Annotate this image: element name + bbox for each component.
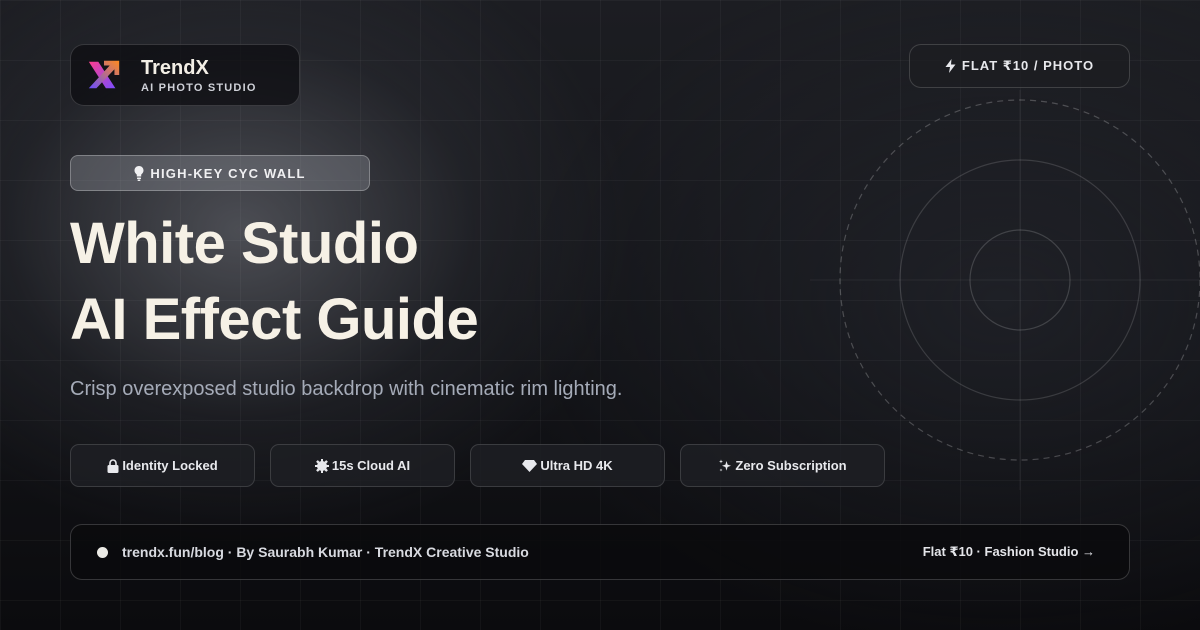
feature-chip-label: 15s Cloud AI: [331, 458, 411, 473]
feature-chip-label: Identity Locked: [122, 458, 218, 473]
light-bulb-icon: [134, 165, 144, 181]
feature-chip-ultra-hd: Ultra HD 4K: [470, 444, 665, 487]
brand-badge: TrendX AI PHOTO STUDIO: [70, 44, 300, 106]
brand-name: TrendX: [141, 56, 209, 79]
x-arrow-logo-icon: [88, 60, 120, 89]
price-pill-label: FLAT ₹10 / PHOTO: [961, 58, 1095, 73]
feature-chip-label: Ultra HD 4K: [540, 458, 613, 473]
page-title: White Studio AI Effect Guide: [70, 206, 479, 358]
diamond-icon: [522, 459, 538, 472]
category-tag: HIGH-KEY CYC WALL: [70, 155, 370, 191]
status-dot: [97, 546, 108, 558]
gear-icon: [314, 458, 329, 473]
lightning-icon: [945, 59, 956, 73]
feature-chip-zero-subscription: Zero Subscription: [680, 444, 885, 487]
feature-chip-label: Zero Subscription: [735, 458, 847, 473]
lock-icon: [107, 458, 119, 473]
target-rings-decoration: [810, 90, 1200, 490]
feature-chip-identity: Identity Locked: [70, 444, 255, 487]
footer-byline: trendx.fun/blog · By Saurabh Kumar · Tre…: [122, 544, 529, 560]
page-title-line-2: AI Effect Guide: [70, 287, 479, 352]
brand-subtitle: AI PHOTO STUDIO: [141, 81, 257, 94]
price-pill: FLAT ₹10 / PHOTO: [909, 44, 1130, 88]
feature-chip-cloud-ai: 15s Cloud AI: [270, 444, 455, 487]
footer-bar: trendx.fun/blog · By Saurabh Kumar · Tre…: [70, 524, 1130, 580]
category-tag-label: HIGH-KEY CYC WALL: [150, 165, 306, 181]
sparkles-icon: [719, 459, 732, 471]
footer-cta-link[interactable]: Flat ₹10 · Fashion Studio →: [923, 544, 1095, 560]
page-title-line-1: White Studio: [70, 211, 419, 276]
page-subtitle: Crisp overexposed studio backdrop with c…: [70, 378, 623, 400]
